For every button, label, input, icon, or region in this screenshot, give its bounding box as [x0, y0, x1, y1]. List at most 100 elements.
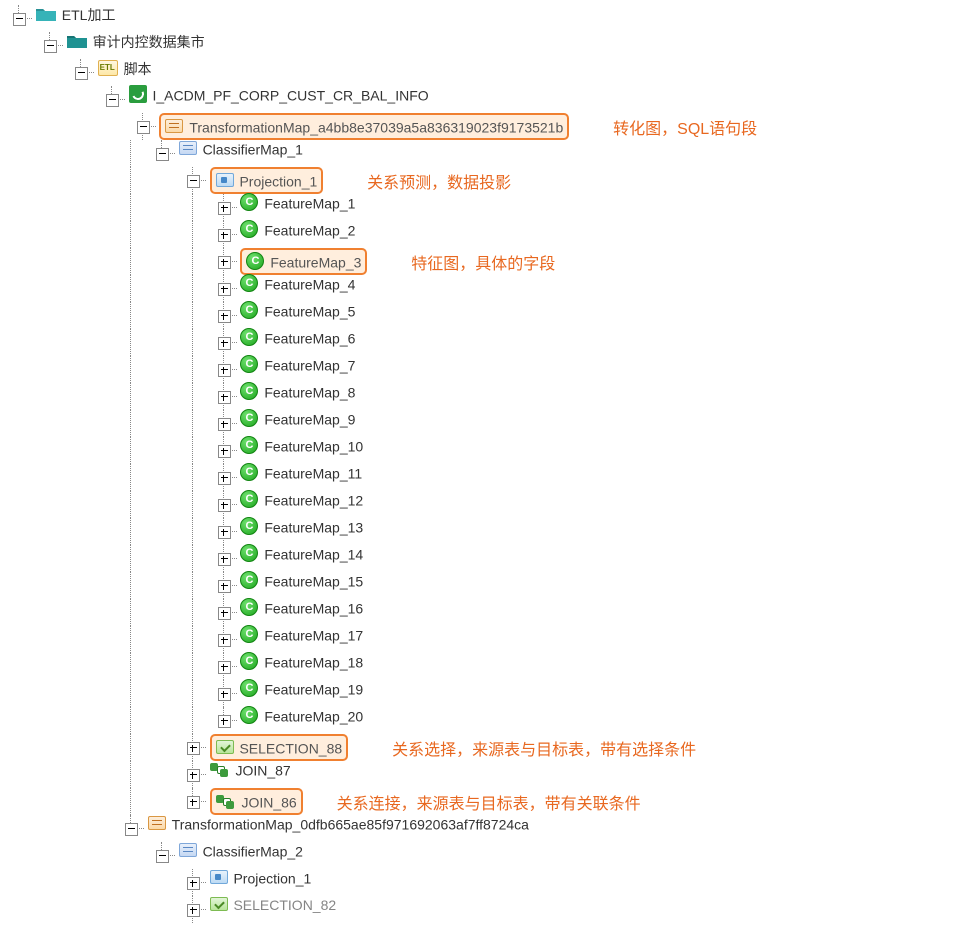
tree-node-etl[interactable]: ETL加工 [62, 7, 116, 23]
highlighted-node[interactable]: Projection_1 [210, 167, 324, 194]
projection-icon [210, 870, 228, 884]
tree-node-featuremap[interactable]: FeatureMap_4 [264, 276, 355, 292]
annotation-text: 特征图，具体的字段 [411, 256, 555, 273]
expand-toggle[interactable] [218, 607, 231, 620]
feature-map-icon [240, 436, 258, 454]
tree-node-classifiermap[interactable]: ClassifierMap_2 [203, 843, 303, 859]
tree-node-script[interactable]: 脚本 [124, 61, 152, 77]
tree-node-classifiermap[interactable]: ClassifierMap_1 [203, 141, 303, 157]
feature-map-icon [240, 355, 258, 373]
expand-toggle[interactable] [187, 742, 200, 755]
expand-toggle[interactable] [218, 391, 231, 404]
highlighted-node[interactable]: JOIN_86 [210, 788, 303, 815]
folder-icon [67, 34, 87, 48]
expand-toggle[interactable] [218, 553, 231, 566]
tree-node-featuremap[interactable]: FeatureMap_10 [264, 438, 363, 454]
highlighted-node[interactable]: FeatureMap_3 [240, 248, 367, 275]
tree-node-join[interactable]: JOIN_87 [235, 762, 290, 778]
highlighted-node[interactable]: SELECTION_88 [210, 734, 349, 761]
expand-toggle[interactable] [187, 769, 200, 782]
tree-node-transformationmap[interactable]: TransformationMap_0dfb665ae85f971692063a… [172, 816, 529, 832]
feature-map-icon [240, 274, 258, 292]
annotation-text: 关系连接，来源表与目标表，带有关联条件 [337, 796, 641, 813]
expand-toggle[interactable] [13, 13, 26, 26]
join-icon [216, 793, 236, 809]
feature-map-icon [240, 463, 258, 481]
expand-toggle[interactable] [218, 526, 231, 539]
feature-map-icon [240, 544, 258, 562]
expand-toggle[interactable] [218, 283, 231, 296]
feature-map-icon [240, 598, 258, 616]
tree-node-featuremap[interactable]: FeatureMap_6 [264, 330, 355, 346]
feature-map-icon [240, 625, 258, 643]
expand-toggle[interactable] [218, 364, 231, 377]
tree-node-featuremap[interactable]: FeatureMap_8 [264, 384, 355, 400]
expand-toggle[interactable] [218, 229, 231, 242]
tree-node-join: JOIN_86 [241, 794, 296, 810]
folder-icon [36, 7, 56, 21]
expand-toggle[interactable] [218, 310, 231, 323]
tree-node-featuremap[interactable]: FeatureMap_1 [264, 195, 355, 211]
feature-map-icon [240, 382, 258, 400]
tree-node-featuremap[interactable]: FeatureMap_18 [264, 654, 363, 670]
expand-toggle[interactable] [218, 499, 231, 512]
expand-toggle[interactable] [106, 94, 119, 107]
annotation-text: 转化图，SQL语句段 [613, 121, 757, 138]
tree-node-featuremap[interactable]: FeatureMap_12 [264, 492, 363, 508]
feature-map-icon [240, 409, 258, 427]
transformation-map-icon [165, 119, 183, 133]
expand-toggle[interactable] [187, 175, 200, 188]
expand-toggle[interactable] [187, 877, 200, 890]
expand-toggle[interactable] [44, 40, 57, 53]
tree-node-featuremap[interactable]: FeatureMap_16 [264, 600, 363, 616]
expand-toggle[interactable] [187, 904, 200, 917]
expand-toggle[interactable] [218, 472, 231, 485]
expand-toggle[interactable] [218, 256, 231, 269]
feature-map-icon [240, 220, 258, 238]
projection-icon [216, 173, 234, 187]
expand-toggle[interactable] [218, 715, 231, 728]
expand-toggle[interactable] [218, 634, 231, 647]
tree-node-featuremap[interactable]: FeatureMap_17 [264, 627, 363, 643]
expand-toggle[interactable] [218, 202, 231, 215]
expand-toggle[interactable] [125, 823, 138, 836]
tree-node-selection: SELECTION_88 [239, 740, 342, 756]
tree-node-transformationmap: TransformationMap_a4bb8e37039a5a83631902… [189, 119, 563, 135]
expand-toggle[interactable] [137, 121, 150, 134]
tree-node-projection[interactable]: Projection_1 [233, 870, 311, 886]
tree-node-datamart[interactable]: 审计内控数据集市 [93, 34, 205, 50]
expand-toggle[interactable] [218, 661, 231, 674]
feature-map-icon [240, 571, 258, 589]
expand-toggle[interactable] [218, 337, 231, 350]
highlighted-node[interactable]: TransformationMap_a4bb8e37039a5a83631902… [159, 113, 569, 140]
refresh-icon [129, 85, 147, 103]
etl-script-icon [98, 60, 118, 76]
tree-node-selection[interactable]: SELECTION_82 [233, 897, 336, 913]
expand-toggle[interactable] [156, 148, 169, 161]
tree-node-featuremap[interactable]: FeatureMap_5 [264, 303, 355, 319]
tree-node-featuremap[interactable]: FeatureMap_14 [264, 546, 363, 562]
expand-toggle[interactable] [156, 850, 169, 863]
expand-toggle[interactable] [218, 445, 231, 458]
feature-map-icon [240, 517, 258, 535]
expand-toggle[interactable] [218, 580, 231, 593]
tree-node-featuremap[interactable]: FeatureMap_20 [264, 708, 363, 724]
annotation-text: 关系预测，数据投影 [367, 175, 511, 192]
join-icon [210, 761, 230, 777]
expand-toggle[interactable] [75, 67, 88, 80]
tree-node-featuremap[interactable]: FeatureMap_19 [264, 681, 363, 697]
selection-icon [216, 740, 234, 754]
tree-node-job[interactable]: I_ACDM_PF_CORP_CUST_CR_BAL_INFO [152, 87, 428, 103]
feature-map-icon [240, 652, 258, 670]
feature-map-icon [240, 490, 258, 508]
selection-icon [210, 897, 228, 911]
tree-node-featuremap[interactable]: FeatureMap_13 [264, 519, 363, 535]
tree-node-featuremap[interactable]: FeatureMap_9 [264, 411, 355, 427]
tree-node-featuremap[interactable]: FeatureMap_11 [264, 465, 362, 481]
expand-toggle[interactable] [218, 418, 231, 431]
expand-toggle[interactable] [218, 688, 231, 701]
tree-node-featuremap[interactable]: FeatureMap_2 [264, 222, 355, 238]
tree-node-featuremap[interactable]: FeatureMap_15 [264, 573, 363, 589]
tree-node-featuremap[interactable]: FeatureMap_7 [264, 357, 355, 373]
expand-toggle[interactable] [187, 796, 200, 809]
